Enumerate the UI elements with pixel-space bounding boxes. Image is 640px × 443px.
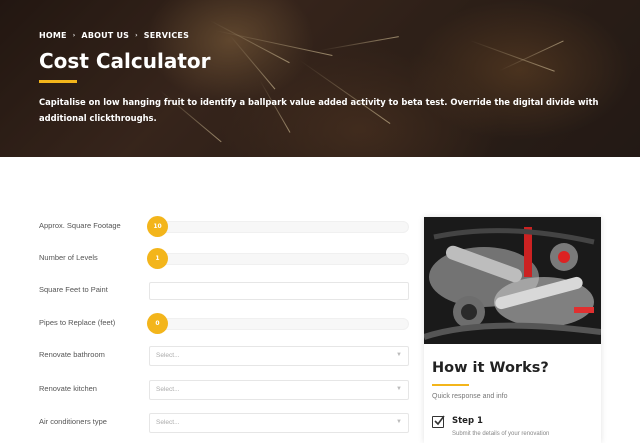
square-footage-label: Approx. Square Footage [39, 221, 121, 230]
hero-banner [0, 0, 640, 157]
form-row-ac: Air conditioners type Select... ▼ [39, 412, 409, 434]
ac-label: Air conditioners type [39, 417, 107, 426]
checkbox-icon [432, 415, 445, 428]
hero-description: Capitalise on low hanging fruit to ident… [39, 97, 599, 123]
pipes-slider-track[interactable] [149, 318, 409, 330]
bathroom-select-value: Select... [156, 352, 180, 359]
form-row-levels: Number of Levels 1 [39, 248, 409, 270]
breadcrumb-about[interactable]: ABOUT US [81, 31, 129, 40]
paint-input[interactable] [149, 282, 409, 300]
chevron-down-icon: ▼ [396, 419, 402, 425]
how-it-works-subtitle: Quick response and info [432, 393, 508, 400]
chevron-down-icon: ▼ [396, 352, 402, 358]
kitchen-select-value: Select... [156, 386, 180, 393]
kitchen-label: Renovate kitchen [39, 384, 97, 393]
step-1-title: Step 1 [452, 416, 483, 426]
form-row-kitchen: Renovate kitchen Select... ▼ [39, 379, 409, 401]
kitchen-select[interactable]: Select... ▼ [149, 380, 409, 400]
form-row-bathroom: Renovate bathroom Select... ▼ [39, 345, 409, 367]
chevron-right-icon: › [72, 32, 76, 39]
levels-label: Number of Levels [39, 253, 98, 262]
how-it-works-underline [432, 384, 469, 386]
form-row-square-footage: Approx. Square Footage 10 [39, 216, 409, 238]
form-row-paint: Square Feet to Paint [39, 280, 409, 302]
square-footage-slider-track[interactable] [149, 221, 409, 233]
breadcrumb-services[interactable]: SERVICES [144, 31, 189, 40]
pipes-label: Pipes to Replace (feet) [39, 318, 116, 327]
how-it-works-card: How it Works? Quick response and info St… [424, 217, 601, 443]
engine-image [424, 217, 601, 344]
title-underline [39, 80, 77, 83]
ac-select-value: Select... [156, 419, 180, 426]
page-title: Cost Calculator [39, 49, 211, 73]
how-it-works-title: How it Works? [432, 360, 549, 376]
bathroom-select[interactable]: Select... ▼ [149, 346, 409, 366]
chevron-down-icon: ▼ [396, 386, 402, 392]
pipes-slider-handle[interactable]: 0 [147, 313, 168, 334]
breadcrumb: HOME › ABOUT US › SERVICES [39, 31, 189, 40]
levels-slider-handle[interactable]: 1 [147, 248, 168, 269]
square-footage-slider-handle[interactable]: 10 [147, 216, 168, 237]
ac-select[interactable]: Select... ▼ [149, 413, 409, 433]
levels-slider-track[interactable] [149, 253, 409, 265]
breadcrumb-home[interactable]: HOME [39, 31, 67, 40]
chevron-right-icon: › [135, 32, 138, 39]
step-1-description: Submit the details of your renovation [452, 431, 550, 437]
form-row-pipes: Pipes to Replace (feet) 0 [39, 313, 409, 335]
bathroom-label: Renovate bathroom [39, 350, 105, 359]
paint-label: Square Feet to Paint [39, 285, 108, 294]
